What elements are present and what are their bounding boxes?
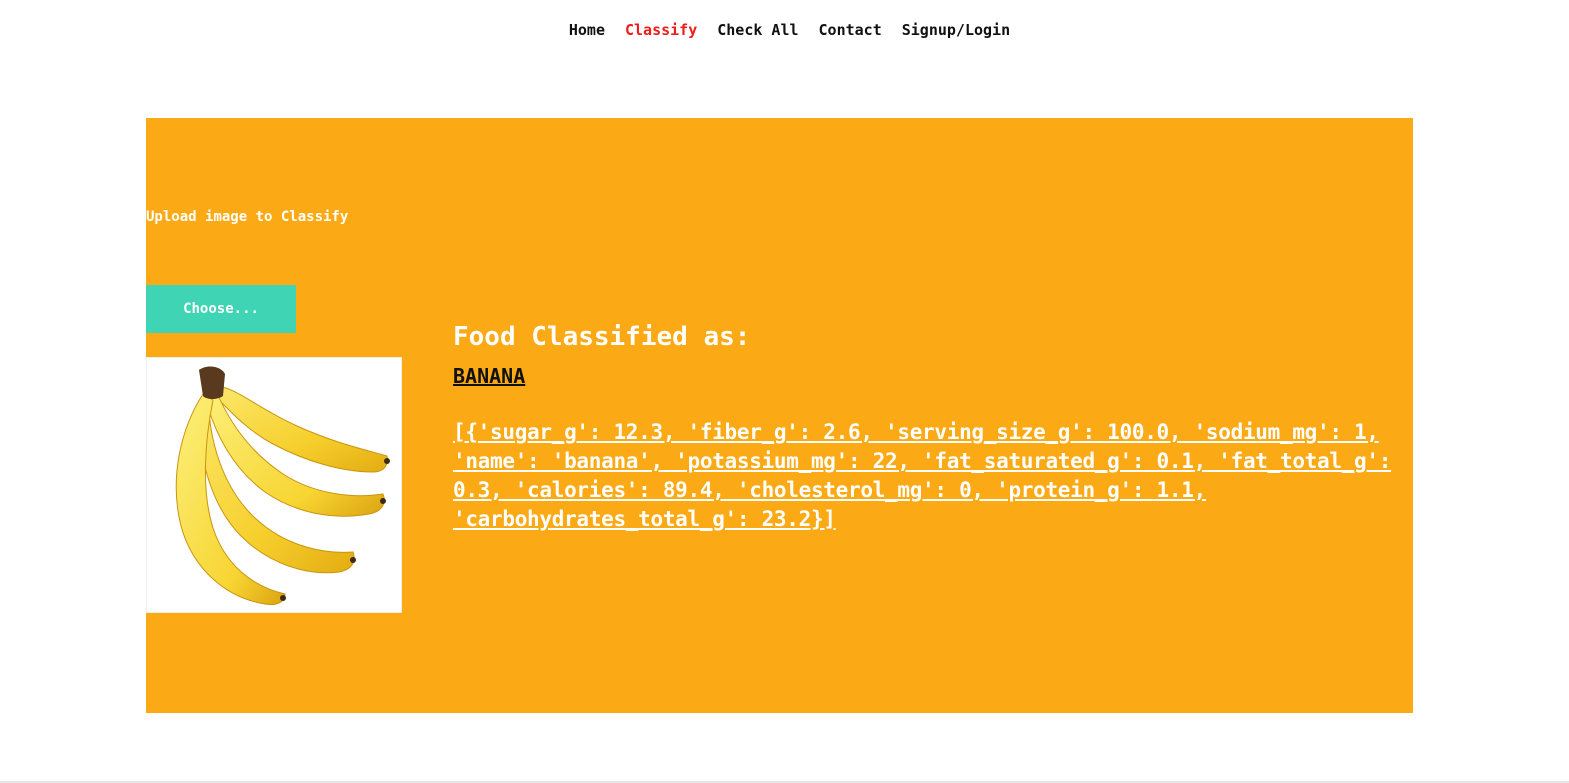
classification-result: Food Classified as: BANANA [{'sugar_g': …	[453, 320, 1403, 534]
result-heading: Food Classified as:	[453, 322, 751, 352]
nav-home[interactable]: Home	[569, 19, 605, 41]
classify-panel: Upload image to Classify Choose... Food …	[146, 118, 1413, 713]
nav-signup-login[interactable]: Signup/Login	[902, 19, 1010, 41]
result-nutrition-link[interactable]: [{'sugar_g': 12.3, 'fiber_g': 2.6, 'serv…	[453, 418, 1403, 534]
upload-label: Upload image to Classify	[146, 209, 349, 225]
nav-classify[interactable]: Classify	[625, 19, 697, 41]
nav-check-all[interactable]: Check All	[717, 19, 798, 41]
result-food-name-link[interactable]: BANANA	[453, 364, 525, 388]
banana-image	[175, 366, 390, 605]
uploaded-image-preview	[146, 357, 402, 613]
nav-contact[interactable]: Contact	[819, 19, 882, 41]
top-nav: Home Classify Check All Contact Signup/L…	[0, 19, 1569, 41]
choose-file-button[interactable]: Choose...	[146, 285, 296, 333]
